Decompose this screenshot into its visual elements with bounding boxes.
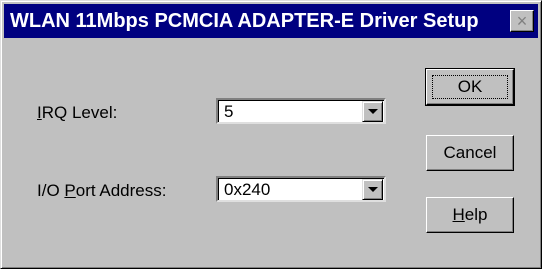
io-port-label-mnemonic: P <box>64 181 76 200</box>
io-port-label-text: ort Address: <box>75 181 167 200</box>
chevron-down-icon <box>368 109 378 114</box>
ok-button-label: OK <box>457 77 483 96</box>
close-button[interactable]: × <box>510 10 534 32</box>
io-port-dropdown-button[interactable] <box>362 179 383 200</box>
help-button-label: elp <box>464 205 488 224</box>
ok-button[interactable]: OK <box>425 68 515 106</box>
driver-setup-dialog: WLAN 11Mbps PCMCIA ADAPTER-E Driver Setu… <box>0 0 542 269</box>
title-bar[interactable]: WLAN 11Mbps PCMCIA ADAPTER-E Driver Setu… <box>4 4 538 38</box>
help-button[interactable]: Help <box>426 197 514 233</box>
io-port-address-label: I/O Port Address: <box>37 181 166 201</box>
irq-dropdown-button[interactable] <box>362 101 383 122</box>
io-port-address-value: 0x240 <box>224 180 271 199</box>
help-button-mnemonic: H <box>452 205 465 224</box>
io-port-address-select[interactable]: 0x240 <box>216 176 386 202</box>
irq-level-value: 5 <box>224 102 234 121</box>
window-title: WLAN 11Mbps PCMCIA ADAPTER-E Driver Setu… <box>10 10 479 32</box>
irq-level-label: IRQ Level: <box>37 103 117 123</box>
cancel-button[interactable]: Cancel <box>426 135 514 171</box>
close-icon: × <box>516 11 528 31</box>
cancel-button-label: Cancel <box>443 143 497 162</box>
irq-level-select[interactable]: 5 <box>216 98 386 124</box>
ok-focus-rect: OK <box>432 75 508 99</box>
chevron-down-icon <box>368 187 378 192</box>
io-port-label-prefix: I/O <box>37 181 65 200</box>
irq-label-text: RQ Level: <box>41 103 118 122</box>
